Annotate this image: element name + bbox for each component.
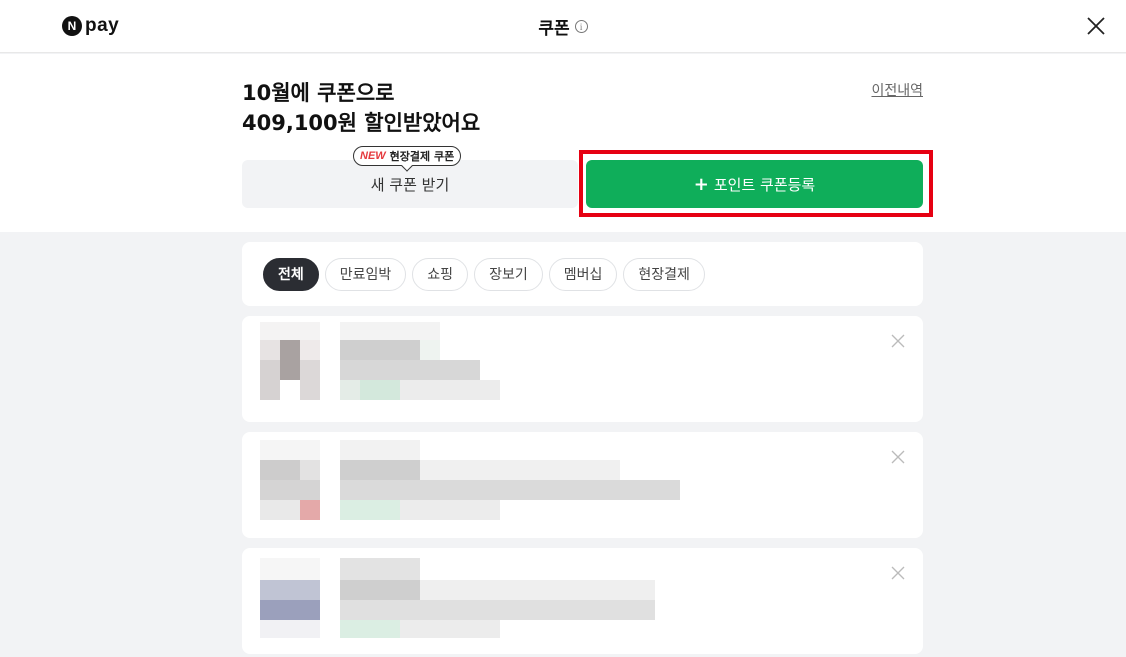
blurred-text (340, 558, 420, 580)
blurred-logo (300, 500, 320, 520)
blurred-text (400, 620, 500, 638)
blurred-text (340, 620, 400, 638)
new-badge-text: 현장결제 쿠폰 (389, 150, 455, 163)
blurred-logo (260, 460, 300, 480)
coupon-summary: 10월에 쿠폰으로 409,100원 할인받았어요 이전내역 새 쿠폰 받기 N… (0, 54, 1126, 232)
blurred-text (400, 380, 500, 400)
close-icon[interactable] (891, 566, 905, 580)
filter-chip-onsite[interactable]: 현장결제 (623, 257, 705, 291)
blurred-text (360, 380, 400, 400)
coupon-card[interactable] (242, 432, 923, 538)
filter-chip-expiring[interactable]: 만료임박 (324, 257, 407, 291)
blurred-logo (260, 580, 320, 600)
filter-chip-shopping[interactable]: 쇼핑 (412, 257, 469, 291)
coupon-card[interactable] (242, 548, 923, 654)
blurred-text (340, 580, 420, 600)
blurred-text (340, 360, 480, 380)
blurred-logo (260, 620, 320, 638)
blurred-logo (260, 558, 320, 580)
filter-chip-grocery[interactable]: 장보기 (474, 257, 543, 291)
blurred-text (340, 480, 680, 500)
coupon-card[interactable] (242, 316, 923, 422)
info-icon[interactable]: i (574, 20, 588, 33)
blurred-logo (260, 500, 300, 520)
blurred-text (340, 440, 420, 460)
blurred-text (340, 380, 360, 400)
blurred-text (340, 340, 420, 360)
blurred-logo (280, 340, 300, 380)
blurred-logo (300, 340, 320, 360)
blurred-logo (260, 440, 320, 460)
headline-line-1: 10월에 쿠폰으로 (242, 81, 395, 105)
blurred-text (420, 340, 440, 360)
history-link[interactable]: 이전내역 (871, 80, 923, 100)
blurred-text (340, 460, 420, 480)
register-coupon-label: 포인트 쿠폰등록 (713, 175, 816, 194)
page-title: 쿠폰 (538, 19, 570, 39)
blurred-text (400, 500, 500, 520)
discount-headline: 10월에 쿠폰으로 409,100원 할인받았어요 (242, 78, 480, 138)
headline-line-2: 409,100원 할인받았어요 (242, 111, 481, 135)
new-badge: NEW 현장결제 쿠폰 (353, 146, 462, 166)
blurred-text (420, 460, 620, 480)
blurred-text (340, 500, 400, 520)
blurred-logo (300, 360, 320, 400)
top-bar: N pay 쿠폰 i (0, 0, 1126, 53)
filter-bar: 전체 만료임박 쇼핑 장보기 멤버십 현장결제 (242, 242, 923, 306)
blurred-text (340, 600, 655, 620)
blurred-text (420, 580, 655, 600)
blurred-text (340, 322, 440, 340)
new-label: NEW (360, 150, 386, 162)
blurred-logo (260, 322, 320, 340)
blurred-logo (260, 600, 320, 620)
blurred-logo (300, 460, 320, 480)
register-coupon-button[interactable]: + 포인트 쿠폰등록 (586, 160, 923, 208)
title-wrap: 쿠폰 i (0, 14, 1126, 39)
blurred-logo (260, 480, 320, 500)
blurred-logo (260, 360, 280, 400)
close-icon[interactable] (891, 334, 905, 348)
filter-chip-membership[interactable]: 멤버십 (548, 257, 618, 291)
plus-icon: + (693, 173, 709, 195)
filter-chip-all[interactable]: 전체 (263, 257, 319, 291)
close-icon[interactable] (891, 450, 905, 464)
close-icon[interactable] (1086, 16, 1106, 36)
blurred-logo (260, 340, 280, 360)
